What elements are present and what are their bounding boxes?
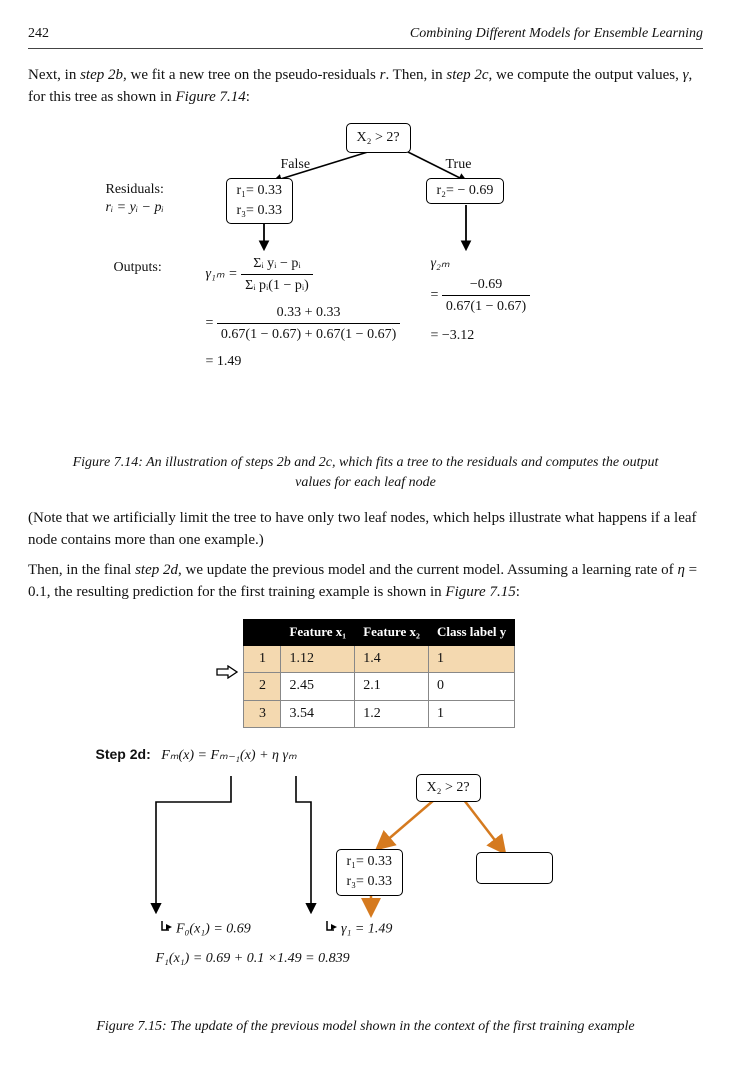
gamma1m-eq2-pre: = — [206, 316, 214, 331]
leaf-left-line1: r₁= 0.33 — [237, 183, 282, 198]
table-cell: 2 — [244, 673, 281, 700]
table-row: 22.452.10 — [244, 673, 515, 700]
gamma1m-result: = 1.49 — [206, 351, 242, 372]
page-header: 242 Combining Different Models for Ensem… — [28, 24, 703, 49]
tree-root-node: X₂ > 2? — [346, 123, 411, 153]
fig15-f1: F₁(x₁) = 0.69 + 0.1 ×1.49 = 0.839 — [156, 949, 350, 969]
fig15-leaf-line1: r₁= 0.33 — [347, 854, 392, 869]
figure-7-14: X₂ > 2? False True Residuals: rᵢ = yᵢ − … — [86, 123, 646, 443]
training-data-table: Feature x₁ Feature x₂ Class label y 11.1… — [243, 619, 515, 728]
fig15-tree-empty-leaf — [476, 852, 553, 884]
gamma1m-frac2-den: 0.67(1 − 0.67) + 0.67(1 − 0.67) — [217, 324, 400, 345]
figure-7-14-caption: Figure 7.14: An illustration of steps 2b… — [68, 453, 663, 492]
table-cell: 3.54 — [281, 700, 355, 727]
gamma2m-eq1-pre: = — [431, 288, 439, 303]
edge-label-true: True — [446, 155, 472, 175]
table-row: 11.121.41 — [244, 646, 515, 673]
figure-7-15: Step 2d: Fₘ(x) = Fₘ₋₁(x) + η γₘ X₂ > 2? … — [96, 744, 636, 1007]
fig15-gamma1: γ₁ = 1.49 — [326, 919, 393, 940]
chapter-title: Combining Different Models for Ensemble … — [410, 24, 703, 44]
step2d-eq: Fₘ(x) = Fₘ₋₁(x) + η γₘ — [161, 748, 296, 763]
gamma-2m-derivation: γ₂ₘ = −0.69 0.67(1 − 0.67) = −3.12 — [431, 253, 531, 346]
figure-7-15-caption: Figure 7.15: The update of the previous … — [68, 1017, 663, 1037]
arrow-right-icon — [216, 665, 238, 687]
step-2d-equation: Step 2d: Fₘ(x) = Fₘ₋₁(x) + η γₘ — [96, 744, 636, 766]
table-cell: 1.2 — [355, 700, 429, 727]
table-cell: 1 — [244, 646, 281, 673]
fig15-gamma1-text: γ₁ = 1.49 — [341, 921, 392, 936]
leaf-left-line2: r₃= 0.33 — [237, 203, 282, 218]
table-row: 33.541.21 — [244, 700, 515, 727]
gamma2m-frac-num: −0.69 — [442, 274, 530, 296]
residuals-label-line1: Residuals: — [106, 182, 164, 197]
body-paragraph: (Note that we artificially limit the tre… — [28, 508, 703, 552]
tree-leaf-right: r₂= − 0.69 — [426, 178, 505, 204]
fig15-f0: F₀(x₁) = 0.69 — [161, 919, 251, 940]
table-cell: 1 — [428, 646, 514, 673]
fig15-f0-text: F₀(x₁) = 0.69 — [176, 921, 251, 936]
gamma-1m-derivation: γ₁ₘ = Σᵢ yᵢ − pᵢ Σᵢ pᵢ(1 − pᵢ) = 0.33 + … — [206, 253, 401, 372]
table-cell: 1.12 — [281, 646, 355, 673]
table-cell: 1 — [428, 700, 514, 727]
table-cell: 2.45 — [281, 673, 355, 700]
gamma1m-lhs: γ₁ₘ = — [206, 267, 238, 282]
fig15-tree-root: X₂ > 2? — [416, 774, 481, 802]
gamma2m-result: = −3.12 — [431, 325, 475, 346]
step2d-label: Step 2d: — [96, 746, 151, 762]
table-header: Feature x₂ — [355, 620, 429, 646]
table-header — [244, 620, 281, 646]
gamma1m-frac1-num: Σᵢ yᵢ − pᵢ — [241, 253, 313, 275]
page-number: 242 — [28, 24, 49, 44]
outputs-label: Outputs: — [114, 258, 162, 278]
fig15-leaf-line2: r₃= 0.33 — [347, 874, 392, 889]
table-header: Class label y — [428, 620, 514, 646]
edge-label-false: False — [281, 155, 311, 175]
table-cell: 3 — [244, 700, 281, 727]
body-paragraph: Next, in step 2b, we fit a new tree on t… — [28, 65, 703, 109]
table-cell: 1.4 — [355, 646, 429, 673]
fig15-tree-leaf: r₁= 0.33 r₃= 0.33 — [336, 849, 403, 896]
residuals-label: Residuals: rᵢ = yᵢ − pᵢ — [106, 181, 164, 217]
body-paragraph: Then, in the final step 2d, we update th… — [28, 560, 703, 604]
tree-leaf-left: r₁= 0.33 r₃= 0.33 — [226, 178, 293, 225]
table-header: Feature x₁ — [281, 620, 355, 646]
table-header-row: Feature x₁ Feature x₂ Class label y — [244, 620, 515, 646]
gamma1m-frac2-num: 0.33 + 0.33 — [217, 302, 400, 324]
table-cell: 0 — [428, 673, 514, 700]
table-cell: 2.1 — [355, 673, 429, 700]
residuals-label-line2: rᵢ = yᵢ − pᵢ — [106, 200, 164, 215]
gamma1m-frac1-den: Σᵢ pᵢ(1 − pᵢ) — [241, 275, 313, 296]
gamma2m-lhs: γ₂ₘ — [431, 256, 450, 271]
gamma2m-frac-den: 0.67(1 − 0.67) — [442, 296, 530, 317]
